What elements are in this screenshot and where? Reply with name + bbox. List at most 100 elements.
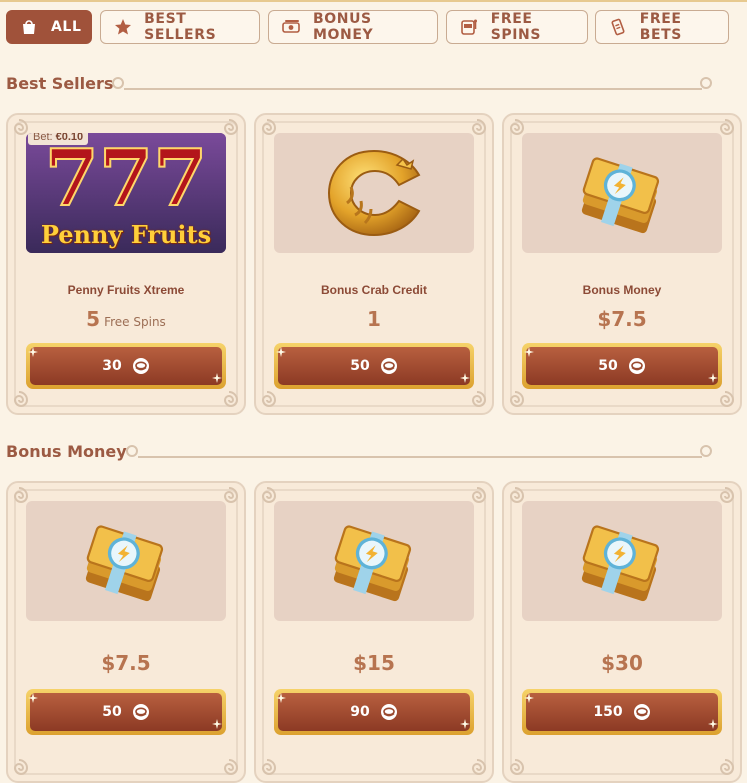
- buy-button[interactable]: 30: [26, 343, 226, 389]
- game-title-art: Penny Fruits: [40, 220, 212, 249]
- corner-swirl-icon: [718, 759, 736, 777]
- bet-badge-label: Bet:: [33, 133, 53, 143]
- corner-swirl-icon: [222, 391, 240, 409]
- penny-fruits-xtreme-image: 777 Penny Fruits Bet: €0.10: [26, 133, 226, 253]
- sparkle-icon: [524, 693, 534, 703]
- tab-bonus-money[interactable]: BONUS MONEY: [268, 10, 438, 44]
- coin-icon: [633, 703, 651, 721]
- bonus-money-image: [522, 501, 722, 621]
- corner-swirl-icon: [12, 759, 30, 777]
- tab-best-sellers[interactable]: BEST SELLERS: [100, 10, 260, 44]
- sparkle-icon: [524, 347, 534, 357]
- sparkle-icon: [212, 719, 222, 729]
- card-name: Bonus Crab Credit: [320, 283, 427, 297]
- buy-button-face: 50: [30, 693, 222, 731]
- corner-swirl-icon: [470, 391, 488, 409]
- sparkle-icon: [276, 347, 286, 357]
- card-value: 5 Free Spins: [8, 307, 244, 331]
- price-label: 50: [350, 358, 370, 374]
- slot-777-logo: 777: [45, 133, 208, 224]
- card-value-amount: $30: [601, 651, 643, 675]
- price-label: 150: [593, 704, 623, 720]
- card-value-amount: $7.5: [101, 651, 151, 675]
- tab-free-spins[interactable]: FREE SPINS: [446, 10, 588, 44]
- tab-free-bets[interactable]: FREE BETS: [595, 10, 729, 44]
- star-icon: [113, 17, 132, 37]
- buy-button[interactable]: 50: [274, 343, 474, 389]
- product-card: $7.5 50: [6, 481, 246, 783]
- sparkle-icon: [708, 719, 718, 729]
- price-label: 50: [598, 358, 618, 374]
- price-label: 90: [350, 704, 370, 720]
- section-title-best-sellers: Best Sellers: [6, 74, 114, 93]
- category-tabs: ALL BEST SELLERS BONUS MONEY FREE SPINS …: [6, 10, 741, 46]
- buy-button-face: 150: [526, 693, 718, 731]
- sparkle-icon: [708, 373, 718, 383]
- product-card: Bonus Crab Credit 1 50: [254, 113, 494, 415]
- slot-machine-icon: [459, 17, 479, 37]
- bonus-money-image: [522, 133, 722, 253]
- buy-button-face: 50: [278, 347, 470, 385]
- sparkle-icon: [460, 373, 470, 383]
- coin-icon: [132, 357, 150, 375]
- top-border: [0, 0, 747, 2]
- ticket-icon: [608, 17, 628, 37]
- sparkle-icon: [460, 719, 470, 729]
- tab-label: ALL: [51, 19, 82, 35]
- product-card: $15 90: [254, 481, 494, 783]
- tab-label: FREE BETS: [639, 11, 682, 43]
- price-label: 30: [102, 358, 122, 374]
- corner-swirl-icon: [12, 391, 30, 409]
- buy-button-face: 30: [30, 347, 222, 385]
- sparkle-icon: [28, 693, 38, 703]
- bonus-crab-credit-image: [274, 133, 474, 253]
- bag-icon: [19, 17, 39, 37]
- buy-button[interactable]: 150: [522, 689, 722, 735]
- bonus-money-image: [26, 501, 226, 621]
- tab-all[interactable]: ALL: [6, 10, 92, 44]
- card-value: $7.5: [8, 651, 244, 675]
- buy-button[interactable]: 90: [274, 689, 474, 735]
- section-title-bonus-money: Bonus Money: [6, 442, 127, 461]
- corner-swirl-icon: [260, 759, 278, 777]
- card-value: 1: [256, 307, 492, 331]
- card-name: Bonus Money: [582, 283, 662, 297]
- price-label: 50: [102, 704, 122, 720]
- bet-badge-value: €0.10: [55, 133, 84, 143]
- buy-button-face: 90: [278, 693, 470, 731]
- card-name: Penny Fruits Xtreme: [67, 283, 185, 297]
- product-card: $30 150: [502, 481, 742, 783]
- corner-swirl-icon: [222, 759, 240, 777]
- section-divider: [112, 77, 712, 90]
- tab-label: BONUS MONEY: [313, 11, 374, 43]
- buy-button-face: 50: [526, 347, 718, 385]
- sparkle-icon: [28, 347, 38, 357]
- bonus-money-image: [274, 501, 474, 621]
- bet-badge: Bet: €0.10: [28, 133, 89, 145]
- coin-icon: [380, 357, 398, 375]
- sparkle-icon: [276, 693, 286, 703]
- card-value: $30: [504, 651, 740, 675]
- card-value: $15: [256, 651, 492, 675]
- coin-icon: [380, 703, 398, 721]
- card-value-amount: $15: [353, 651, 395, 675]
- corner-swirl-icon: [508, 391, 526, 409]
- buy-button[interactable]: 50: [522, 343, 722, 389]
- product-card: Bonus Money $7.5 50: [502, 113, 742, 415]
- tab-label: FREE SPINS: [490, 11, 542, 43]
- tab-label: BEST SELLERS: [144, 11, 217, 43]
- corner-swirl-icon: [260, 391, 278, 409]
- card-value-amount: 1: [367, 307, 381, 331]
- coin-icon: [628, 357, 646, 375]
- card-value-amount: $7.5: [597, 307, 647, 331]
- corner-swirl-icon: [508, 759, 526, 777]
- card-value: $7.5: [504, 307, 740, 331]
- buy-button[interactable]: 50: [26, 689, 226, 735]
- money-icon: [281, 17, 301, 37]
- card-value-unit: Free Spins: [104, 315, 166, 329]
- card-value-amount: 5: [86, 307, 101, 331]
- sparkle-icon: [212, 373, 222, 383]
- corner-swirl-icon: [718, 391, 736, 409]
- coin-icon: [132, 703, 150, 721]
- product-card: 777 Penny Fruits Bet: €0.10 Penny Fruits Xt…: [6, 113, 246, 415]
